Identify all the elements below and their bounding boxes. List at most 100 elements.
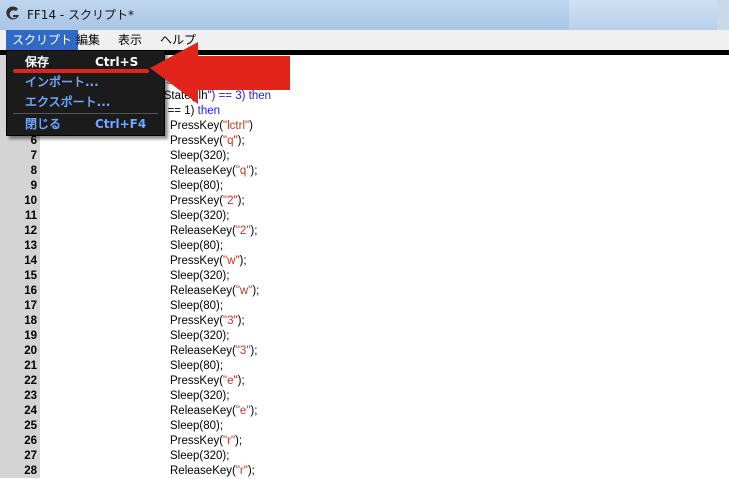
menu-script[interactable]: スクリプト	[6, 30, 79, 50]
line-number: 14	[24, 255, 37, 267]
line-number: 25	[24, 420, 37, 432]
code-string: "2"	[235, 225, 251, 237]
code-line: 13 Sleep(80);	[0, 239, 729, 254]
code-function: Sleep(320);	[170, 270, 230, 282]
code-line: 6 PressKey("q");	[0, 134, 729, 149]
code-punctuation: );	[252, 285, 260, 297]
code-string: "2"	[223, 195, 238, 207]
code-text: PressKey("3");	[170, 314, 245, 329]
menu-item-import[interactable]: インポート...	[7, 72, 164, 92]
menu-view[interactable]: 表示	[112, 30, 148, 50]
code-text: Sleep(80);	[170, 179, 223, 194]
line-number: 24	[24, 405, 37, 417]
code-string: "3"	[235, 345, 251, 357]
code-line: 26 PressKey("r");	[0, 434, 729, 449]
code-text: Sleep(320);	[170, 269, 229, 284]
code-text: ReleaseKey("q");	[170, 164, 257, 179]
code-string: "q"	[223, 135, 238, 147]
code-line: 12 ReleaseKey("2");	[0, 224, 729, 239]
code-function: Sleep(80);	[170, 360, 224, 372]
code-line: 7 Sleep(320);	[0, 149, 729, 164]
code-function: Sleep(80);	[170, 420, 224, 432]
code-function: Sleep(320);	[170, 330, 230, 342]
code-string: "e"	[235, 405, 251, 417]
code-function: Sleep(320);	[170, 390, 230, 402]
code-line: 23 Sleep(320);	[0, 389, 729, 404]
line-number: 18	[24, 315, 37, 327]
code-text: PressKey("q");	[170, 134, 245, 149]
code-function: Sleep(80);	[170, 300, 224, 312]
window-title: FF14 - スクリプト*	[27, 8, 135, 22]
code-function: ReleaseKey(	[170, 345, 236, 357]
title-bar-controls-area	[569, 0, 729, 30]
code-function: ReleaseKey(	[170, 285, 236, 297]
code-text: PressKey("lctrl")	[170, 119, 253, 134]
line-number: 8	[30, 165, 37, 177]
code-function: PressKey(	[170, 255, 224, 267]
menu-edit[interactable]: 編集	[70, 30, 106, 50]
code-line: 21 Sleep(80);	[0, 359, 729, 374]
code-line: 14 PressKey("w");	[0, 254, 729, 269]
line-number: 15	[24, 270, 37, 282]
code-text: Sleep(80);	[170, 299, 223, 314]
line-number: 23	[24, 390, 37, 402]
code-string: "w"	[223, 255, 240, 267]
line-number: 27	[24, 450, 37, 462]
code-string: "r"	[223, 435, 236, 447]
code-function: PressKey(	[170, 120, 224, 132]
code-function: PressKey(	[170, 315, 224, 327]
code-function: Sleep(320);	[170, 150, 230, 162]
code-text: ReleaseKey("w");	[170, 284, 259, 299]
line-number: 7	[30, 150, 37, 162]
code-line: 16 ReleaseKey("w");	[0, 284, 729, 299]
code-text: PressKey("w");	[170, 254, 247, 269]
code-text: Sleep(320);	[170, 149, 229, 164]
code-text: ReleaseKey("2");	[170, 224, 257, 239]
code-text: Sleep(80);	[170, 419, 223, 434]
code-line: 8 ReleaseKey("q");	[0, 164, 729, 179]
script-dropdown-menu: 保存 Ctrl+S インポート... エクスポート... 閉じる Ctrl+F4	[6, 50, 165, 136]
line-number: 26	[24, 435, 37, 447]
line-number: 11	[24, 210, 37, 222]
code-line: 24 ReleaseKey("e");	[0, 404, 729, 419]
line-number: 28	[24, 465, 37, 477]
code-line: 9 Sleep(80);	[0, 179, 729, 194]
code-punctuation: );	[237, 195, 245, 207]
code-function: ReleaseKey(	[170, 225, 236, 237]
code-string: "e"	[223, 375, 238, 387]
line-number: 17	[24, 300, 37, 312]
code-text: PressKey("2");	[170, 194, 245, 209]
code-text: ReleaseKey("3");	[170, 344, 257, 359]
code-text: Sleep(320);	[170, 209, 229, 224]
code-line: 11 Sleep(320);	[0, 209, 729, 224]
code-line: 27 Sleep(320);	[0, 449, 729, 464]
menu-item-close[interactable]: 閉じる Ctrl+F4	[7, 114, 164, 134]
code-punctuation: );	[239, 255, 247, 267]
code-line: 15 Sleep(320);	[0, 269, 729, 284]
menu-bar: スクリプト 編集 表示 ヘルプ	[0, 30, 729, 51]
code-line: 19 Sleep(320);	[0, 329, 729, 344]
code-string: "lctrl"	[223, 120, 250, 132]
code-punctuation: );	[237, 135, 245, 147]
code-string: "r"	[235, 465, 248, 477]
line-number: 22	[24, 375, 37, 387]
code-punctuation: );	[235, 435, 243, 447]
menu-item-close-shortcut: Ctrl+F4	[95, 117, 147, 131]
menu-item-export-label: エクスポート...	[25, 95, 111, 109]
code-line: 18 PressKey("3");	[0, 314, 729, 329]
code-function: Sleep(80);	[170, 240, 224, 252]
code-line: 25 Sleep(80);	[0, 419, 729, 434]
code-string: "3"	[223, 315, 238, 327]
code-punctuation: );	[250, 405, 258, 417]
code-line: 22 PressKey("e");	[0, 374, 729, 389]
code-text: PressKey("e");	[170, 374, 245, 389]
code-text: Sleep(80);	[170, 239, 223, 254]
code-punctuation: );	[250, 345, 258, 357]
code-punctuation: )	[249, 120, 253, 132]
code-punctuation: );	[250, 225, 258, 237]
line-number: 10	[24, 195, 37, 207]
code-text: Sleep(320);	[170, 389, 229, 404]
line-number: 16	[24, 285, 37, 297]
code-function: ReleaseKey(	[170, 165, 236, 177]
menu-item-export[interactable]: エクスポート...	[7, 92, 164, 112]
